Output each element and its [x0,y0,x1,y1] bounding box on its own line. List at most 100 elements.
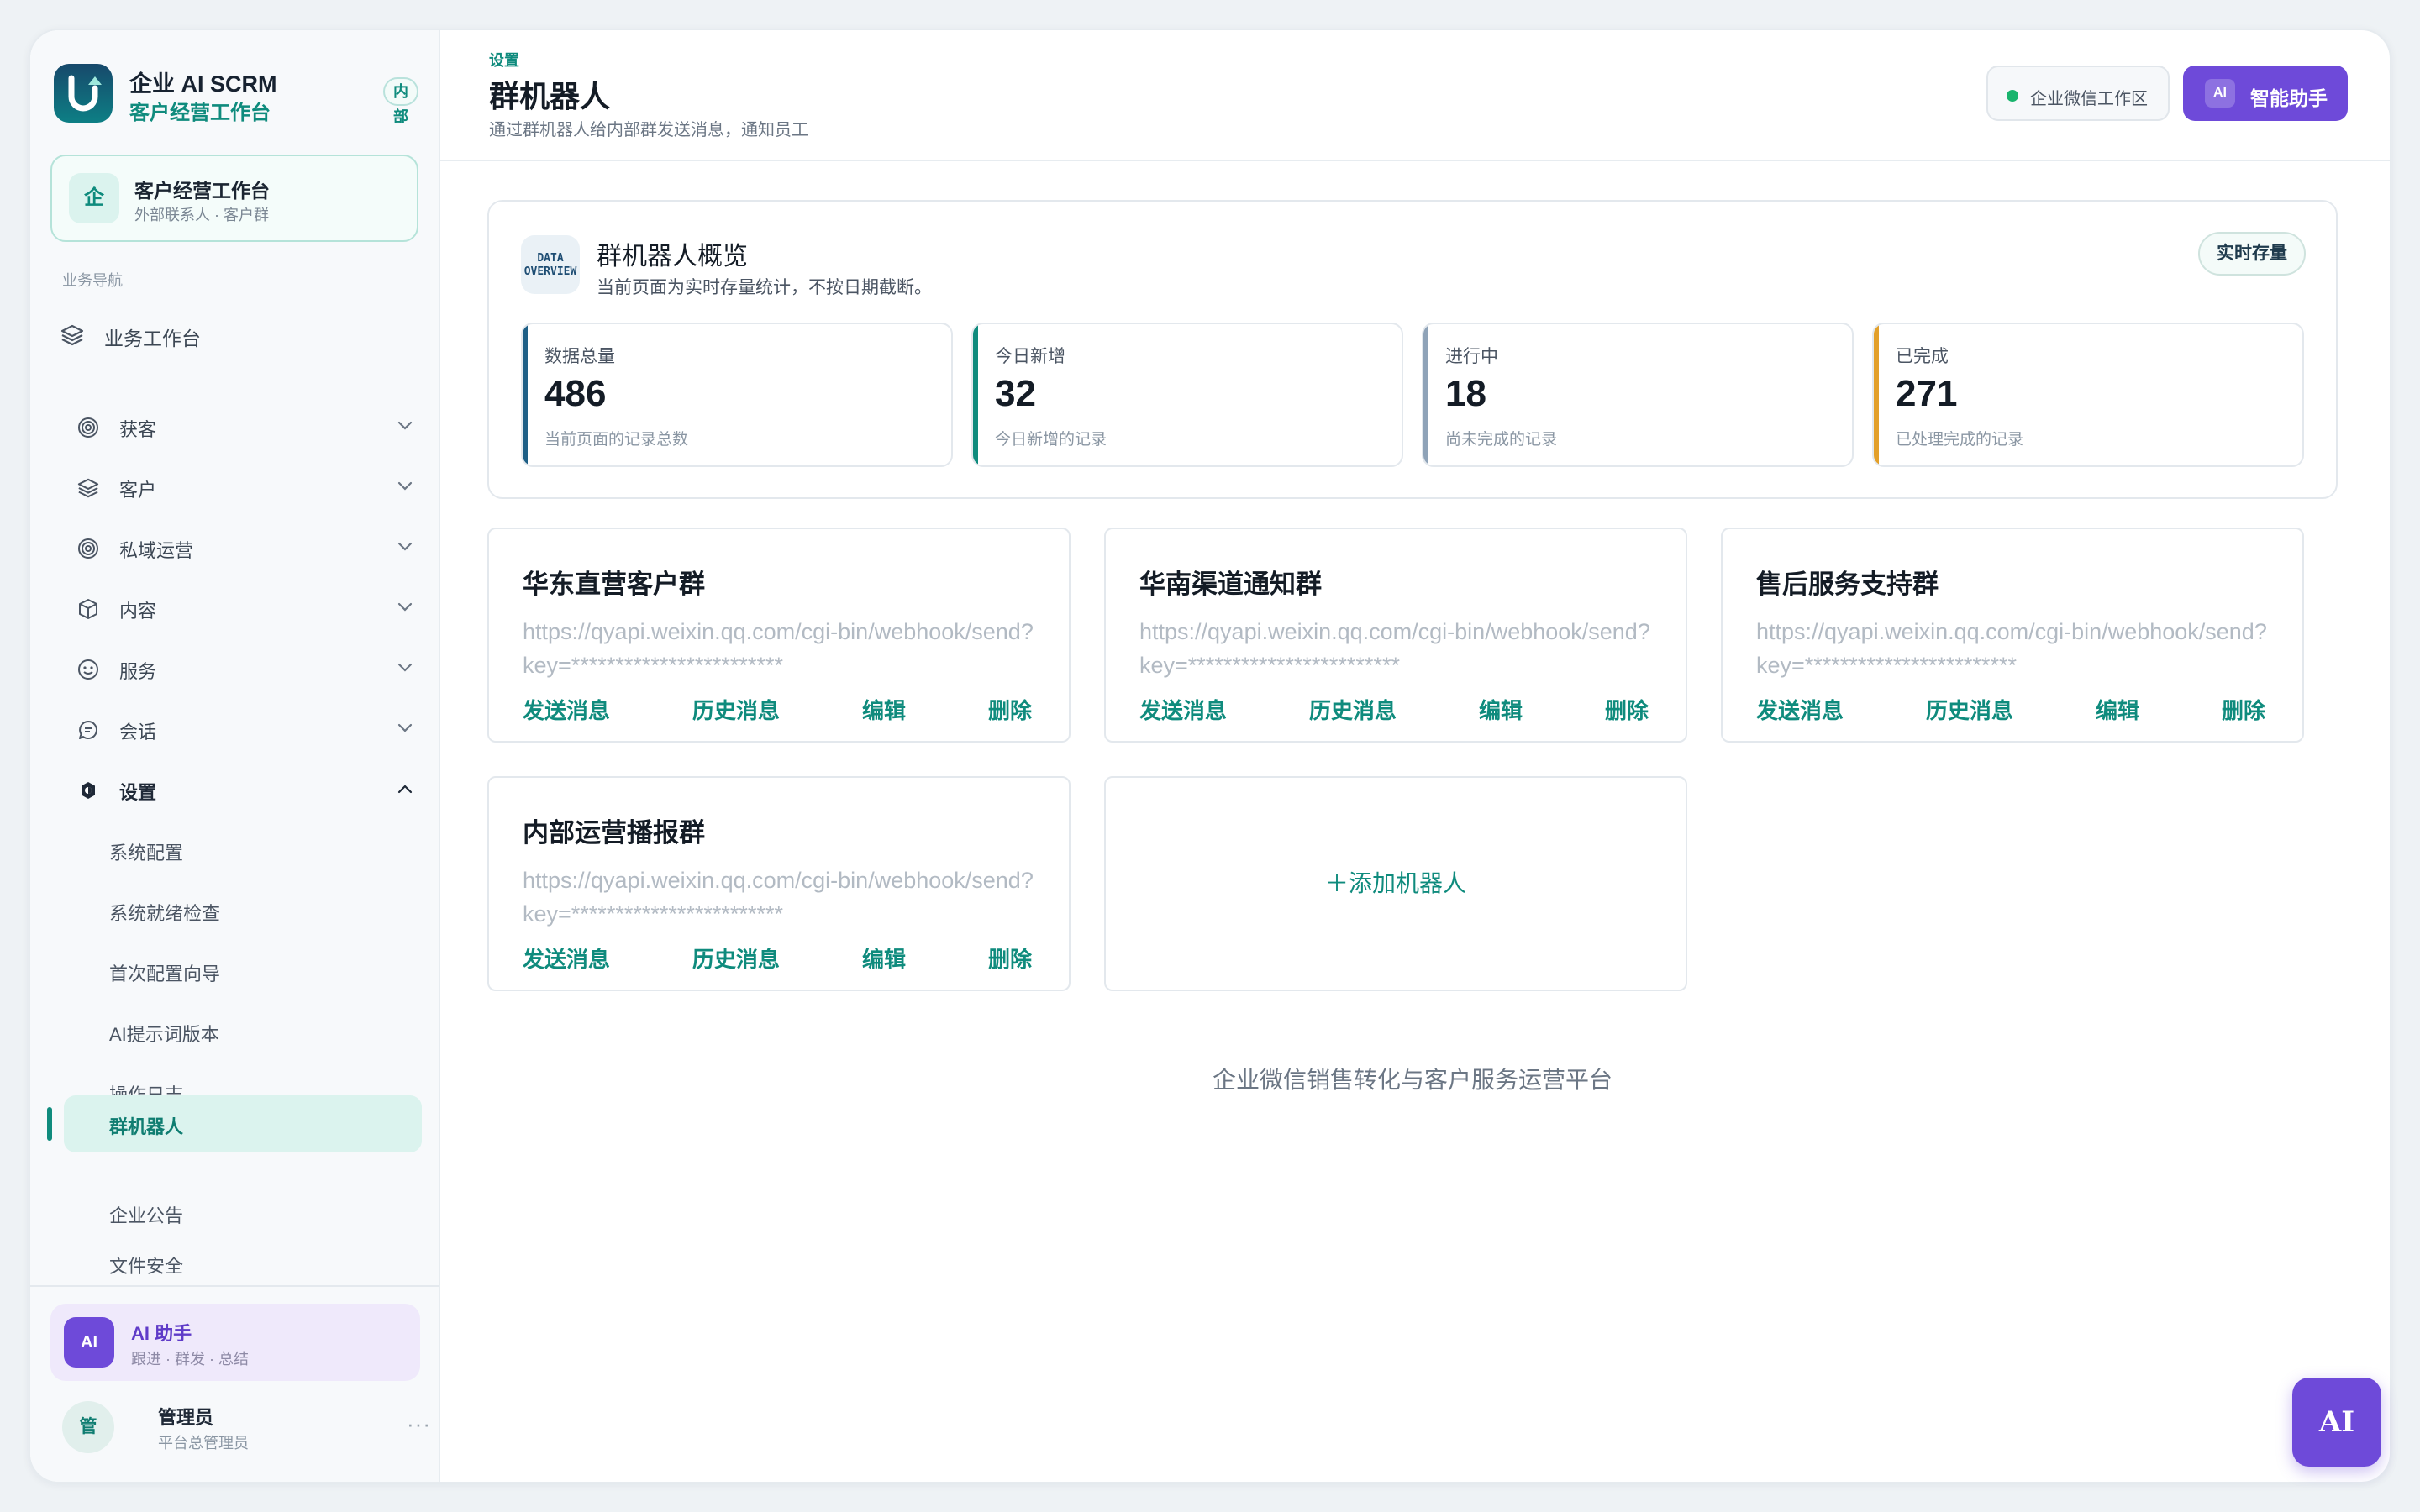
workspace-title: 客户经营工作台 [134,180,270,202]
add-robot-card[interactable]: ＋添加机器人 [1104,776,1687,991]
stat-accent-bar [523,324,528,465]
sidebar-item-label: 系统配置 [109,843,184,864]
breadcrumb[interactable]: 设置 [489,49,519,71]
stat-card-total: 数据总量 486 当前页面的记录总数 [521,323,953,467]
sidebar-item-label: 群机器人 [109,1116,184,1137]
stat-label: 已完成 [1896,347,1949,366]
webhook-url: https://qyapi.weixin.qq.com/cgi-bin/webh… [1139,619,1650,678]
workspace-card[interactable]: 企 客户经营工作台 外部联系人 · 客户群 [50,155,418,242]
sidebar-item-file-security[interactable]: 文件安全 [62,1245,420,1282]
edit-link[interactable]: 编辑 [862,694,906,725]
nav-item-workbench[interactable]: 业务工作台 [60,314,413,354]
robot-name: 售后服务支持群 [1756,570,1939,599]
status-dot-icon [2007,90,2018,102]
sidebar-item-label: 首次配置向导 [109,963,221,984]
icon-text: DATA [537,252,564,265]
avatar: 管 [62,1401,114,1453]
edit-link[interactable]: 编辑 [862,942,906,974]
sidebar-item-prompt-versions[interactable]: AI提示词版本 [62,1003,420,1060]
brand-subtitle: 客户经营工作台 [129,102,271,124]
nav-group-label: 私域运营 [119,540,194,561]
main-content: 设置 群机器人 通过群机器人给内部群发送消息，通知员工 企业微信工作区 AI 智… [440,30,2390,1482]
stat-accent-bar [1874,324,1879,465]
edit-link[interactable]: 编辑 [2096,694,2139,725]
sidebar-item-group-robots[interactable]: 群机器人 [64,1095,422,1152]
nav-item-label: 业务工作台 [104,328,201,349]
ai-floating-button[interactable]: AI [2292,1378,2381,1467]
active-indicator [47,1107,52,1141]
sidebar-item-system-config[interactable]: 系统配置 [62,822,420,879]
chevron-down-icon [397,481,413,491]
nav-group-label: 服务 [119,661,157,682]
stat-card-in-progress: 进行中 18 尚未完成的记录 [1422,323,1854,467]
history-message-link[interactable]: 历史消息 [692,942,780,974]
env-label: 企业微信工作区 [2030,90,2148,108]
app-window: 企业 AI SCRM 客户经营工作台 内部 企 客户经营工作台 外部联系人 · … [29,29,2391,1483]
sidebar-item-announcements[interactable]: 企业公告 [62,1184,420,1242]
webhook-url: https://qyapi.weixin.qq.com/cgi-bin/webh… [1756,619,2267,678]
nav-group-content[interactable]: 内容 [77,588,417,627]
nav-group-service[interactable]: 服务 [77,648,417,687]
nav-group-settings[interactable]: 设置 [77,769,417,808]
stat-accent-bar [973,324,978,465]
robot-card: 华南渠道通知群 https://qyapi.weixin.qq.com/cgi-… [1104,528,1687,743]
target-icon [78,538,98,559]
delete-link[interactable]: 删除 [1605,694,1649,725]
nav-group-label: 内容 [119,601,157,622]
robot-card: 内部运营播报群 https://qyapi.weixin.qq.com/cgi-… [487,776,1071,991]
send-message-link[interactable]: 发送消息 [523,694,610,725]
stat-accent-bar [1423,324,1428,465]
nav-group-conversation[interactable]: 会话 [77,709,417,748]
layers-icon [77,478,99,498]
edit-link[interactable]: 编辑 [1479,694,1523,725]
send-message-link[interactable]: 发送消息 [1756,694,1844,725]
brand-logo [54,64,113,123]
nav-group-acquire[interactable]: 获客 [77,407,417,445]
smart-assistant-label: 智能助手 [2250,87,2328,109]
page-title: 群机器人 [489,79,611,113]
robot-name: 华东直营客户群 [523,570,705,599]
stat-label: 数据总量 [544,347,615,366]
robot-name: 内部运营播报群 [523,818,705,848]
history-message-link[interactable]: 历史消息 [1926,694,2013,725]
sidebar-item-readiness-check[interactable]: 系统就绪检查 [62,882,420,939]
nav-group-customer[interactable]: 客户 [77,467,417,506]
nav-group-private-domain[interactable]: 私域运营 [77,528,417,566]
robot-card: 售后服务支持群 https://qyapi.weixin.qq.com/cgi-… [1721,528,2304,743]
brand[interactable]: 企业 AI SCRM 客户经营工作台 内部 [54,64,418,125]
delete-link[interactable]: 删除 [988,942,1032,974]
user-profile[interactable]: 管 管理员 平台总管理员 ··· [62,1398,430,1457]
chevron-down-icon [397,663,413,672]
internal-badge: 内部 [383,77,418,125]
smart-assistant-button[interactable]: AI 智能助手 [2183,66,2348,121]
sidebar-item-label: 企业公告 [109,1205,184,1226]
chevron-down-icon [397,542,413,551]
send-message-link[interactable]: 发送消息 [1139,694,1227,725]
send-message-link[interactable]: 发送消息 [523,942,610,974]
overview-card: DATA OVERVIEW 群机器人概览 当前页面为实时存量统计，不按日期截断。… [487,200,2338,499]
stat-value: 32 [995,373,1036,414]
ai-badge: AI [64,1317,114,1368]
workspace-env-pill[interactable]: 企业微信工作区 [1986,66,2170,121]
sidebar-item-label: 文件安全 [109,1256,184,1277]
delete-link[interactable]: 删除 [988,694,1032,725]
sidebar-item-setup-wizard[interactable]: 首次配置向导 [62,942,420,1000]
chevron-up-icon [397,785,413,794]
nav-group-label: 客户 [119,480,157,501]
nav-group-label: 获客 [119,419,157,440]
stat-card-today: 今日新增 32 今日新增的记录 [971,323,1403,467]
chevron-down-icon [397,421,413,430]
history-message-link[interactable]: 历史消息 [1309,694,1397,725]
overview-subtitle: 当前页面为实时存量统计，不按日期截断。 [597,278,932,297]
stat-caption: 今日新增的记录 [995,431,1107,449]
ai-assistant-card[interactable]: AI AI 助手 跟进 · 群发 · 总结 [50,1304,420,1381]
smile-icon [78,659,98,680]
delete-link[interactable]: 删除 [2222,694,2265,725]
stat-caption: 尚未完成的记录 [1445,431,1558,449]
page-header: 设置 群机器人 通过群机器人给内部群发送消息，通知员工 企业微信工作区 AI 智… [440,30,2390,161]
layers-icon [60,324,84,346]
stat-value: 486 [544,373,607,414]
ai-card-subtitle: 跟进 · 群发 · 总结 [131,1351,249,1368]
history-message-link[interactable]: 历史消息 [692,694,780,725]
more-options-icon[interactable]: ··· [407,1411,431,1437]
